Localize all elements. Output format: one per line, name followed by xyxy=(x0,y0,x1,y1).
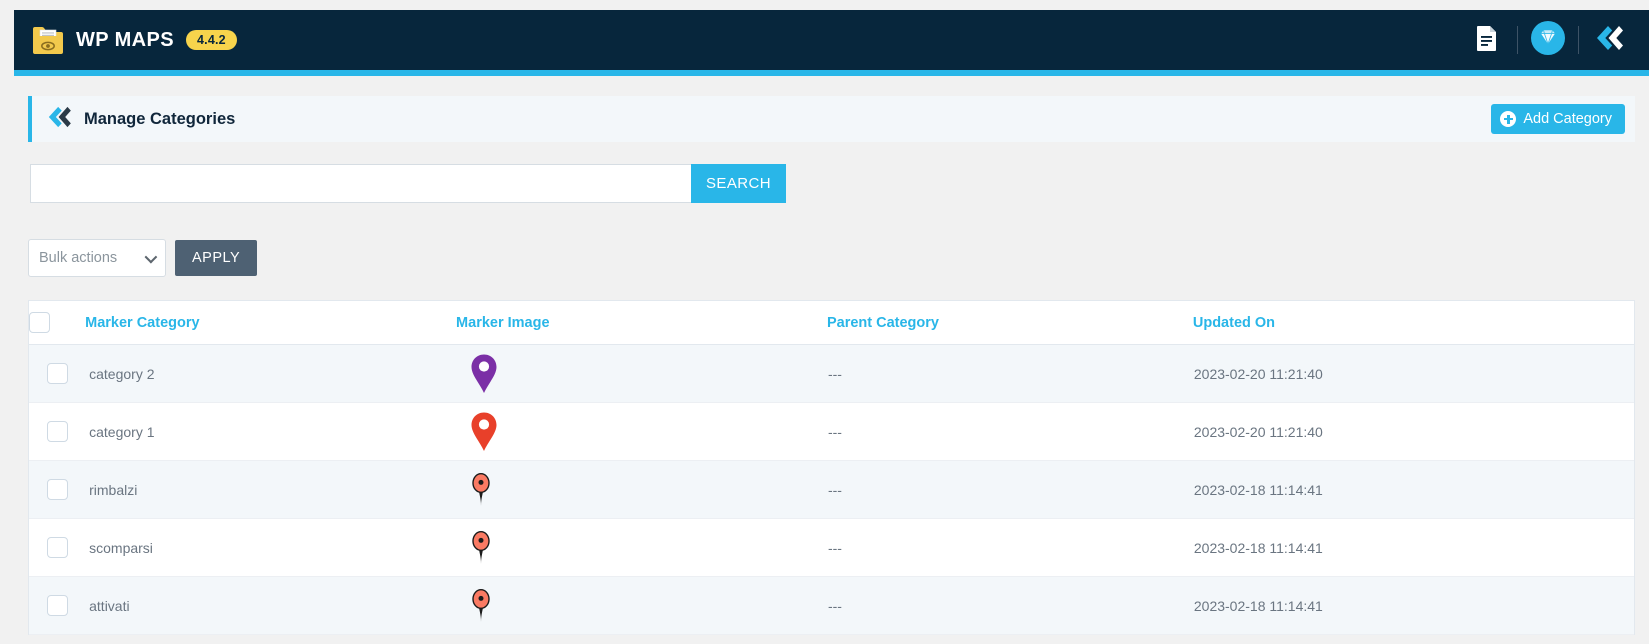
map-pin-salmon-dot-icon xyxy=(470,472,492,508)
column-header-marker-image[interactable]: Marker Image xyxy=(456,301,827,345)
cell-marker-category: attivati xyxy=(85,576,457,635)
cell-marker-category: category 1 xyxy=(85,402,457,461)
search-button[interactable]: SEARCH xyxy=(691,164,786,203)
table-row[interactable]: category 1 --- 2023-02-20 11:21:40 xyxy=(29,402,1634,461)
cell-parent-category: --- xyxy=(826,518,1193,577)
cell-updated-on: 2023-02-18 11:14:41 xyxy=(1192,576,1634,635)
cell-marker-image xyxy=(456,518,827,577)
table-body: category 2 --- 2023-02-20 11:21:40 categ… xyxy=(29,344,1634,635)
row-select-cell xyxy=(29,460,86,519)
table-header-row: Marker Category Marker Image Parent Cate… xyxy=(29,301,1634,345)
documentation-button[interactable] xyxy=(1457,10,1517,70)
table-row[interactable]: category 2 --- 2023-02-20 11:21:40 xyxy=(29,344,1634,403)
table-row[interactable]: scomparsi --- 2023-02-18 11:14:41 xyxy=(29,518,1634,577)
search-row: SEARCH xyxy=(30,164,786,203)
row-select-cell xyxy=(29,402,86,461)
page-root: WP MAPS 4.4.2 Manage Categories Add Cate… xyxy=(0,0,1649,644)
row-select-cell xyxy=(29,576,86,635)
map-pin-purple-ring-icon xyxy=(470,353,498,395)
column-header-parent-category[interactable]: Parent Category xyxy=(826,301,1193,345)
plus-circle-icon xyxy=(1500,111,1517,127)
cell-parent-category: --- xyxy=(826,402,1193,461)
cell-updated-on: 2023-02-18 11:14:41 xyxy=(1192,460,1634,519)
row-checkbox[interactable] xyxy=(47,479,68,500)
map-pin-salmon-dot-icon xyxy=(470,530,492,566)
bulk-actions-value: Bulk actions xyxy=(39,250,118,266)
column-header-marker-category[interactable]: Marker Category xyxy=(85,301,457,345)
categories-table: Marker Category Marker Image Parent Cate… xyxy=(29,301,1634,635)
cell-parent-category: --- xyxy=(826,344,1193,403)
version-badge: 4.4.2 xyxy=(186,29,237,51)
search-input[interactable] xyxy=(30,164,691,203)
topbar-actions xyxy=(1457,10,1649,70)
cell-parent-category: --- xyxy=(826,460,1193,519)
cell-updated-on: 2023-02-20 11:21:40 xyxy=(1192,344,1634,403)
folder-document-eye-icon xyxy=(32,25,64,55)
double-chevron-left-icon xyxy=(46,106,72,133)
page-title: Manage Categories xyxy=(84,109,236,128)
brand-title: WP MAPS xyxy=(76,28,174,51)
select-all-header xyxy=(29,301,86,345)
row-checkbox[interactable] xyxy=(47,537,68,558)
row-checkbox[interactable] xyxy=(47,595,68,616)
cell-marker-image xyxy=(456,460,827,519)
row-select-cell xyxy=(29,344,86,403)
map-pin-salmon-dot-icon xyxy=(470,588,492,624)
bulk-actions-select[interactable]: Bulk actions xyxy=(28,239,166,277)
topbar-accent-underline xyxy=(14,70,1649,76)
cell-marker-image xyxy=(456,576,827,635)
row-checkbox[interactable] xyxy=(47,421,68,442)
add-category-label: Add Category xyxy=(1523,111,1612,127)
chevron-down-icon xyxy=(144,250,158,263)
column-header-updated-on[interactable]: Updated On xyxy=(1192,301,1634,345)
select-all-checkbox[interactable] xyxy=(29,312,50,333)
cell-updated-on: 2023-02-20 11:21:40 xyxy=(1192,402,1634,461)
apply-button[interactable]: APPLY xyxy=(175,240,258,276)
cell-marker-image xyxy=(456,402,827,461)
brand: WP MAPS 4.4.2 xyxy=(32,25,237,55)
cell-parent-category: --- xyxy=(826,576,1193,635)
double-chevron-left-icon xyxy=(1594,25,1624,56)
cell-marker-image xyxy=(456,344,827,403)
bulk-actions-row: Bulk actions APPLY xyxy=(28,239,258,277)
table-head: Marker Category Marker Image Parent Cate… xyxy=(29,301,1634,345)
diamond-gem-icon xyxy=(1531,20,1565,60)
row-checkbox[interactable] xyxy=(47,363,68,384)
categories-table-wrapper: Marker Category Marker Image Parent Cate… xyxy=(28,300,1635,635)
cell-marker-category: category 2 xyxy=(85,344,457,403)
cell-marker-category: scomparsi xyxy=(85,518,457,577)
document-icon xyxy=(1476,25,1498,56)
map-pin-red-ring-icon xyxy=(470,411,498,453)
premium-upgrade-button[interactable] xyxy=(1518,10,1578,70)
cell-updated-on: 2023-02-18 11:14:41 xyxy=(1192,518,1634,577)
table-row[interactable]: rimbalzi --- 2023-02-18 11:14:41 xyxy=(29,460,1634,519)
table-row[interactable]: attivati --- 2023-02-18 11:14:41 xyxy=(29,576,1634,635)
app-topbar: WP MAPS 4.4.2 xyxy=(14,10,1649,70)
cell-marker-category: rimbalzi xyxy=(85,460,457,519)
wpmaps-logo-button[interactable] xyxy=(1579,10,1639,70)
row-select-cell xyxy=(29,518,86,577)
panel-header: Manage Categories Add Category xyxy=(28,96,1635,142)
add-category-button[interactable]: Add Category xyxy=(1491,104,1625,134)
